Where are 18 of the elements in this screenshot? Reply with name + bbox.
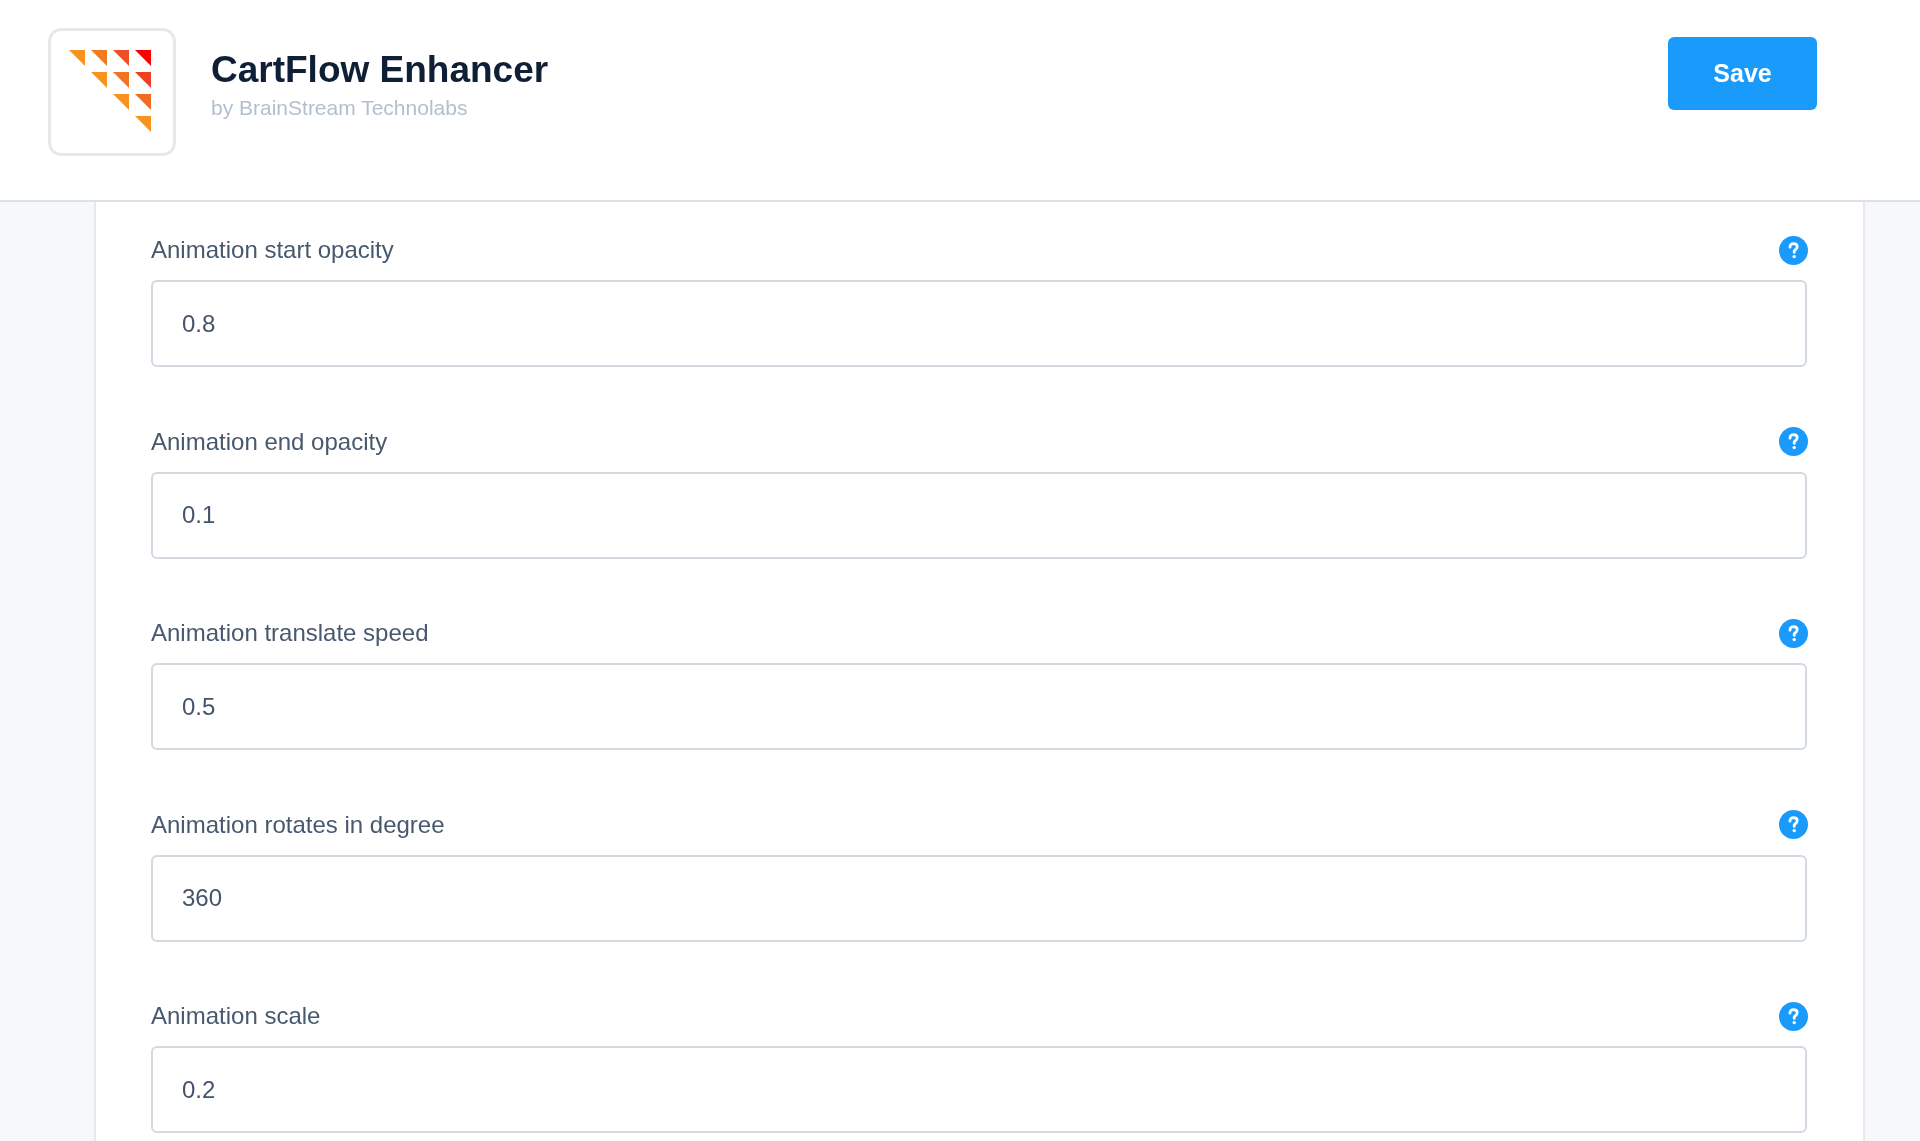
field-label: Animation translate speed bbox=[151, 618, 429, 648]
input-field[interactable]: 0.2 bbox=[151, 1046, 1807, 1133]
help-icon[interactable] bbox=[1779, 427, 1808, 456]
input-field[interactable]: 0.1 bbox=[151, 471, 1807, 559]
field-label: Animation start opacity bbox=[151, 235, 394, 265]
app-title: CartFlow Enhancer bbox=[211, 48, 549, 92]
triangle-logo-icon bbox=[48, 28, 176, 156]
help-icon[interactable] bbox=[1779, 618, 1808, 648]
field-label: Animation rotates in degree bbox=[151, 809, 445, 840]
help-icon[interactable] bbox=[1779, 235, 1808, 265]
field-label: Animation scale bbox=[151, 1001, 321, 1031]
app-vendor: by BrainStream Technolabs bbox=[211, 95, 469, 121]
input-field[interactable]: 0.8 bbox=[151, 280, 1807, 367]
help-icon[interactable] bbox=[1779, 1001, 1808, 1031]
help-icon[interactable] bbox=[1779, 810, 1808, 839]
field-label: Animation end opacity bbox=[151, 426, 388, 457]
input-field[interactable]: 0.5 bbox=[151, 663, 1807, 750]
input-field[interactable]: 360 bbox=[151, 854, 1807, 942]
